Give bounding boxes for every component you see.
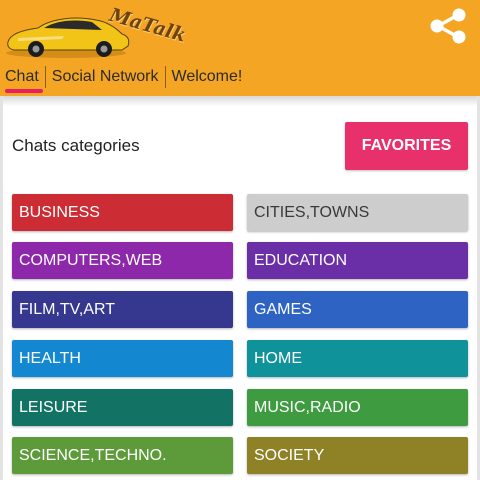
category-science-techno[interactable]: SCIENCE,TECHNO. [12,437,233,474]
tab-chat[interactable]: Chat [0,64,45,90]
category-education[interactable]: EDUCATION [247,242,468,279]
category-society[interactable]: SOCIETY [247,437,468,474]
left-edge [0,96,3,480]
favorites-button[interactable]: FAVORITES [345,122,468,170]
category-music-radio[interactable]: MUSIC,RADIO [247,389,468,426]
app-header: MaTalk Chat Social Network Welcome! [0,0,480,96]
category-health[interactable]: HEALTH [12,340,233,377]
share-icon[interactable] [424,6,472,46]
section-title: Chats categories [12,136,140,155]
active-tab-indicator [5,89,43,93]
category-business[interactable]: BUSINESS [12,194,233,231]
category-leisure[interactable]: LEISURE [12,389,233,426]
category-cities-towns[interactable]: CITIES,TOWNS [247,194,468,231]
category-film-tv-art[interactable]: FILM,TV,ART [12,291,233,328]
tab-welcome[interactable]: Welcome! [166,64,249,90]
category-home[interactable]: HOME [247,340,468,377]
tab-bar: Chat Social Network Welcome! [0,62,248,92]
tab-social-network[interactable]: Social Network [46,64,165,90]
header-shadow [0,96,480,106]
category-computers-web[interactable]: COMPUTERS,WEB [12,242,233,279]
category-games[interactable]: GAMES [247,291,468,328]
